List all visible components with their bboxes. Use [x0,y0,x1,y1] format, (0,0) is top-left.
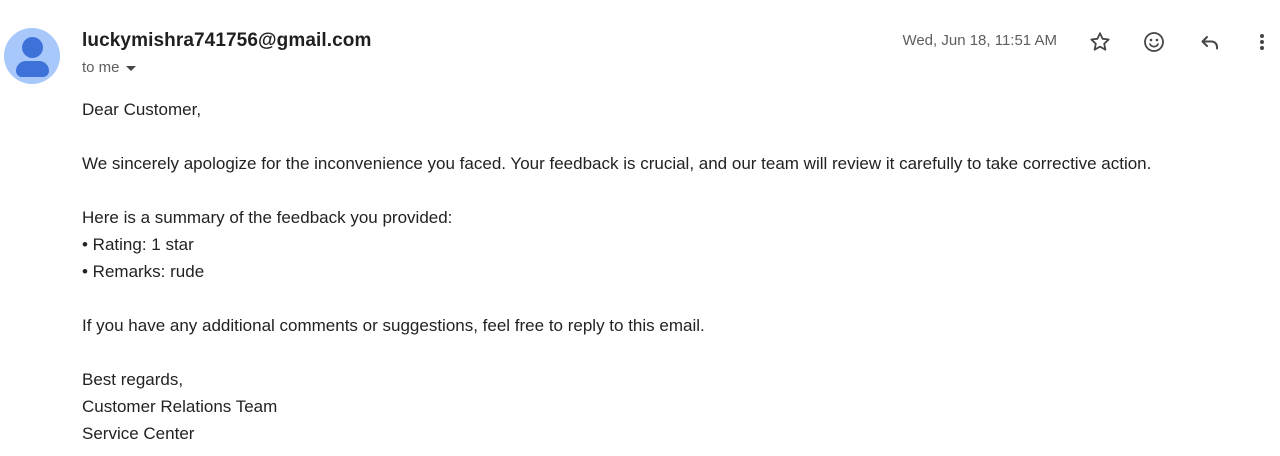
sender-email[interactable]: luckymishra741756@gmail.com [82,30,372,52]
email-date: Wed, Jun 18, 11:51 AM [902,32,1057,49]
reply-arrow-icon [1201,36,1218,50]
summary-intro-text: Here is a summary of the feedback you pr… [82,208,453,227]
closing-text: Best regards, [82,370,184,389]
avatar-body-shape [16,61,49,77]
followup-text: If you have any additional comments or s… [82,316,705,335]
apology-text: We sincerely apologize for the inconveni… [82,154,1152,173]
avatar-head-shape [22,37,43,58]
star-button[interactable] [1085,27,1115,57]
add-reaction-button[interactable] [1139,27,1169,57]
signature-org: Service Center [82,424,195,443]
signature-team: Customer Relations Team [82,397,278,416]
recipient-label: to me [82,59,120,76]
emoji-reaction-icon [1144,32,1164,52]
rating-line: • Rating: 1 star [82,235,194,254]
sender-avatar[interactable] [4,28,60,84]
greeting-text: Dear Customer, [82,100,202,119]
recipient-details-toggle[interactable]: to me [82,59,136,76]
star-outline-icon [1090,32,1110,51]
more-options-button[interactable] [1250,27,1274,57]
email-body: Dear Customer, We sincerely apologize fo… [82,96,1151,447]
more-vertical-icon [1260,34,1264,50]
reply-button[interactable] [1195,27,1225,57]
caret-down-icon [125,66,136,71]
remarks-line: • Remarks: rude [82,262,205,281]
